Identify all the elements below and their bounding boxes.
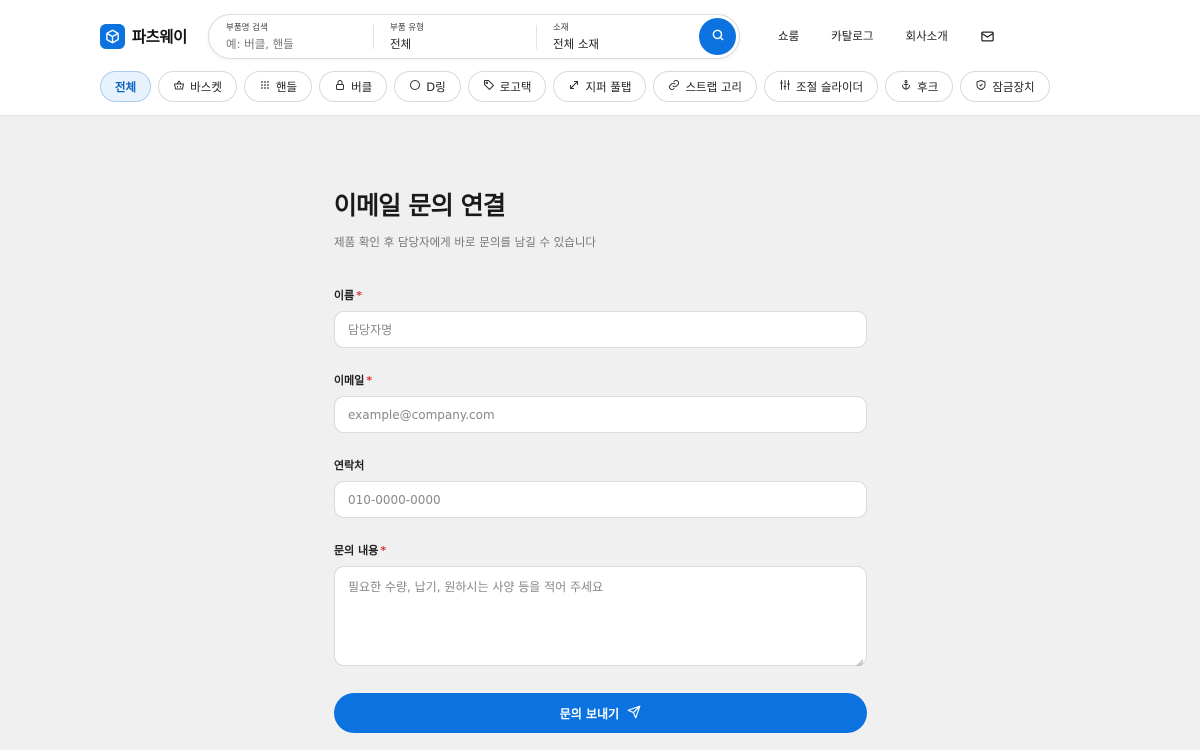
chip-label: 지퍼 풀탭 [585, 79, 632, 94]
chip-all[interactable]: 전체 [100, 71, 152, 102]
email-placeholder: example@company.com [348, 407, 495, 422]
phone-label: 연락처 [334, 457, 867, 473]
chip-hook[interactable]: 후크 [885, 71, 954, 102]
page-title: 이메일 문의 연결 [334, 191, 506, 220]
part-name-input[interactable]: 예: 버클, 핸들 [226, 36, 373, 52]
circle-icon [409, 79, 421, 94]
material-value: 전체 소재 [553, 36, 599, 51]
chip-label: 잠금장치 [992, 79, 1035, 94]
anchor-icon [900, 79, 912, 94]
message-label: 문의 내용 * [334, 542, 867, 558]
search-button[interactable] [699, 17, 736, 55]
email-field[interactable]: example@company.com [334, 396, 867, 433]
chip-label: 핸들 [275, 79, 298, 94]
part-name-label: 부품명 검색 [226, 22, 268, 33]
chip-label: 스트랩 고리 [685, 79, 742, 94]
name-field[interactable]: 담당자명 [334, 311, 867, 348]
required-mark: * [366, 374, 373, 387]
material-select[interactable]: 소재 전체 소재 [536, 15, 699, 58]
top-bar: 파츠웨이 부품명 검색 예: 버클, 핸들 부품 유형 전체 소재 전체 소재 [100, 13, 1100, 59]
nav-catalog[interactable]: 카탈로그 [831, 28, 873, 44]
required-mark: * [356, 289, 363, 302]
lock-icon [334, 79, 346, 94]
submit-label: 문의 보내기 [559, 706, 620, 721]
sliders-icon [779, 79, 791, 94]
chip-logo-tag[interactable]: 로고택 [467, 71, 547, 102]
link-icon [668, 79, 680, 94]
name-label-text: 이름 [334, 289, 355, 302]
part-name-search-field[interactable]: 부품명 검색 예: 버클, 핸들 [209, 15, 373, 58]
main-nav: 쇼룸 카탈로그 회사소개 [778, 28, 995, 44]
chip-label: 로고택 [499, 79, 532, 94]
required-mark: * [380, 544, 387, 557]
chip-strap-ring[interactable]: 스트랩 고리 [653, 71, 757, 102]
inquiry-form: 이메일 문의 연결 제품 확인 후 담당자에게 바로 문의를 남길 수 있습니다… [334, 186, 867, 733]
chip-lock[interactable]: 잠금장치 [960, 71, 1050, 102]
message-textarea[interactable]: 필요한 수량, 납기, 원하시는 사양 등을 적어 주세요 [334, 566, 867, 667]
grip-icon [259, 79, 271, 94]
nav-about[interactable]: 회사소개 [906, 28, 948, 44]
chip-zipper-pull[interactable]: 지퍼 풀탭 [553, 71, 647, 102]
name-placeholder: 담당자명 [348, 323, 393, 337]
chip-label: 버클 [351, 79, 373, 94]
message-placeholder: 필요한 수량, 납기, 원하시는 사양 등을 적어 주세요 [348, 580, 604, 594]
part-type-label: 부품 유형 [390, 22, 424, 33]
shield-icon [975, 79, 987, 94]
mail-icon[interactable] [980, 29, 995, 44]
part-type-value: 전체 [390, 36, 412, 51]
site-header: 파츠웨이 부품명 검색 예: 버클, 핸들 부품 유형 전체 소재 전체 소재 [0, 0, 1200, 116]
name-label: 이름 * [334, 287, 867, 303]
submit-button[interactable]: 문의 보내기 [334, 693, 867, 733]
chip-d-ring[interactable]: D링 [394, 71, 461, 102]
send-icon [627, 705, 641, 722]
message-label-text: 문의 내용 [334, 544, 379, 557]
material-label: 소재 [553, 22, 569, 33]
chip-handle[interactable]: 핸들 [243, 71, 313, 102]
expand-icon [568, 79, 580, 94]
phone-placeholder: 010-0000-0000 [348, 492, 441, 507]
part-type-select[interactable]: 부품 유형 전체 [373, 15, 536, 58]
search-bar: 부품명 검색 예: 버클, 핸들 부품 유형 전체 소재 전체 소재 [208, 13, 740, 59]
cube-icon [100, 23, 125, 49]
tag-icon [483, 79, 495, 94]
category-chips: 전체 바스켓 핸들 버클 D링 로고택 지퍼 풀탭 스트랩 고리 조절 슬라이더… [100, 71, 1050, 102]
chip-label: 조절 슬라이더 [796, 79, 864, 94]
chip-slider[interactable]: 조절 슬라이더 [764, 71, 879, 102]
basket-icon [173, 79, 185, 94]
phone-label-text: 연락처 [334, 459, 365, 472]
chip-label: 바스켓 [190, 79, 222, 94]
chip-label: 후크 [917, 79, 939, 94]
email-label: 이메일 * [334, 372, 867, 388]
chip-basket[interactable]: 바스켓 [158, 71, 237, 102]
search-icon [711, 27, 725, 46]
chip-label: 전체 [115, 79, 137, 94]
brand-logo[interactable]: 파츠웨이 [100, 23, 208, 49]
page-subtitle: 제품 확인 후 담당자에게 바로 문의를 남길 수 있습니다 [334, 235, 597, 249]
resize-handle-icon[interactable] [856, 655, 864, 667]
chip-label: D링 [426, 79, 446, 94]
brand-name: 파츠웨이 [132, 28, 188, 46]
email-label-text: 이메일 [334, 374, 365, 387]
chip-buckle[interactable]: 버클 [319, 71, 388, 102]
nav-showroom[interactable]: 쇼룸 [778, 28, 799, 44]
phone-field[interactable]: 010-0000-0000 [334, 481, 867, 518]
